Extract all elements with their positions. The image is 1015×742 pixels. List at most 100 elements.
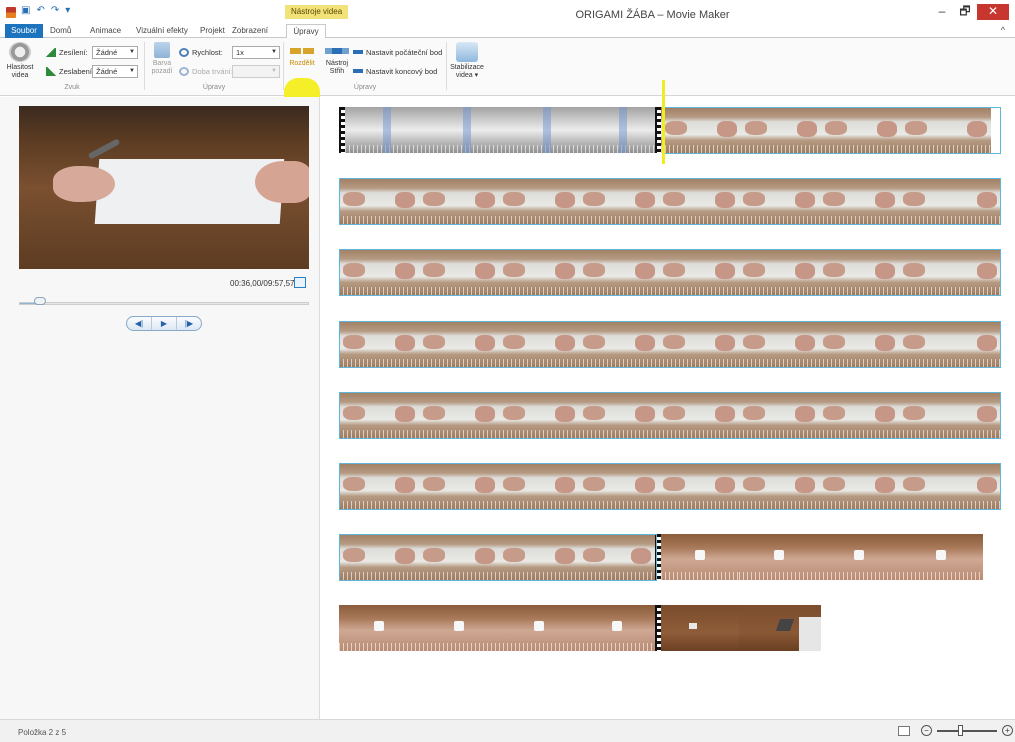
clip-thumbnail[interactable] (345, 107, 425, 153)
tab-visual-effects[interactable]: Vizuální efekty (136, 24, 188, 38)
clip-thumbnail[interactable] (819, 249, 899, 295)
clip-thumbnail[interactable] (819, 178, 899, 224)
set-start-point-button[interactable]: Nastavit počáteční bod (353, 45, 442, 59)
clip-thumbnail[interactable] (819, 534, 899, 580)
clip-thumbnail[interactable] (819, 392, 899, 438)
play-button[interactable]: ▶ (152, 317, 177, 330)
clip-thumbnail[interactable] (661, 534, 739, 580)
clip-thumbnail[interactable] (739, 605, 821, 651)
clip-thumbnail[interactable] (659, 321, 739, 367)
clip-thumbnail[interactable] (579, 321, 659, 367)
storyboard-row (339, 605, 821, 651)
clip-thumbnail[interactable] (899, 178, 1001, 224)
next-frame-button[interactable]: |▶ (177, 317, 201, 330)
seek-thumb[interactable] (34, 297, 46, 305)
clip-thumbnail[interactable] (739, 463, 819, 509)
clip-thumbnail[interactable] (659, 463, 739, 509)
tab-edit[interactable]: Úpravy (286, 24, 326, 39)
clip-thumbnail[interactable] (419, 605, 499, 651)
tab-view[interactable]: Zobrazení (232, 24, 268, 38)
clip-thumbnail[interactable] (579, 605, 655, 651)
background-color-button[interactable]: Barva pozadí (145, 42, 179, 76)
split-button[interactable]: Rozdělit (285, 48, 319, 68)
clip-thumbnail[interactable] (739, 392, 819, 438)
clip-thumbnail[interactable] (899, 463, 1001, 509)
fade-out-select[interactable]: Žádné ▼ (92, 65, 138, 78)
clip-thumbnail[interactable] (339, 249, 419, 295)
clip-thumbnail[interactable] (419, 463, 499, 509)
clip-thumbnail[interactable] (819, 321, 899, 367)
clip-thumbnail[interactable] (499, 392, 579, 438)
clip-thumbnail[interactable] (741, 107, 821, 153)
clip-thumbnail[interactable] (659, 392, 739, 438)
zoom-slider[interactable] (937, 730, 997, 732)
clip-thumbnail[interactable] (419, 321, 499, 367)
clip-thumbnail[interactable] (579, 534, 655, 580)
clip-thumbnail[interactable] (661, 605, 739, 651)
clip-thumbnail[interactable] (899, 321, 1001, 367)
status-item-text: Položka 2 z 5 (18, 728, 67, 737)
fullscreen-icon[interactable] (294, 277, 306, 288)
clip-thumbnail[interactable] (425, 107, 505, 153)
collapse-ribbon-icon[interactable]: ^ (1001, 25, 1005, 35)
clip-thumbnail[interactable] (339, 321, 419, 367)
speed-select[interactable]: 1x ▼ (232, 46, 280, 59)
clip-thumbnail[interactable] (579, 178, 659, 224)
clip-thumbnail[interactable] (499, 463, 579, 509)
trim-tool-button[interactable]: Nástroj Střih (320, 48, 354, 76)
tab-project[interactable]: Projekt (200, 24, 225, 38)
clip-thumbnail[interactable] (499, 249, 579, 295)
clip-thumbnail[interactable] (339, 178, 419, 224)
fade-in-select[interactable]: Žádné ▼ (92, 46, 138, 59)
tab-animations[interactable]: Animace (90, 24, 121, 38)
clip-thumbnail[interactable] (739, 249, 819, 295)
clip-thumbnail[interactable] (419, 178, 499, 224)
tab-home[interactable]: Domů (50, 24, 71, 38)
clip-thumbnail[interactable] (901, 107, 991, 153)
clip-thumbnail[interactable] (739, 321, 819, 367)
clip-thumbnail[interactable] (499, 534, 579, 580)
trim-label-1: Nástroj (325, 60, 349, 67)
clip-thumbnail[interactable] (579, 249, 659, 295)
video-volume-button[interactable]: Hlasitost videa (3, 42, 37, 80)
clip-thumbnail[interactable] (739, 178, 819, 224)
maximize-button[interactable]: 🗗 (952, 4, 978, 20)
clip-thumbnail[interactable] (899, 249, 1001, 295)
clip-thumbnail[interactable] (339, 605, 419, 651)
clip-thumbnail[interactable] (579, 392, 659, 438)
clip-thumbnail[interactable] (899, 392, 1001, 438)
clip-thumbnail[interactable] (499, 178, 579, 224)
clip-thumbnail[interactable] (579, 463, 659, 509)
video-stabilization-button[interactable]: Stabilizace videa ▾ (447, 42, 487, 80)
clip-thumbnail[interactable] (339, 463, 419, 509)
clip-thumbnail[interactable] (339, 534, 419, 580)
clip-thumbnail[interactable] (419, 534, 499, 580)
clip-thumbnail[interactable] (899, 534, 983, 580)
clip-thumbnail[interactable] (659, 178, 739, 224)
clip-thumbnail[interactable] (419, 392, 499, 438)
tab-file[interactable]: Soubor (5, 24, 43, 38)
clip-thumbnail[interactable] (505, 107, 585, 153)
thumbnail-size-icon[interactable] (898, 726, 910, 736)
previous-frame-button[interactable]: ◀| (127, 317, 152, 330)
close-button[interactable]: ✕ (977, 4, 1009, 20)
clip-thumbnail[interactable] (499, 605, 579, 651)
zoom-slider-thumb[interactable] (958, 725, 963, 736)
preview-video[interactable] (19, 106, 309, 269)
set-end-point-button[interactable]: Nastavit koncový bod (353, 64, 437, 78)
seek-bar[interactable] (19, 302, 309, 305)
video-volume-label-1: Hlasitost (6, 64, 34, 71)
clip-thumbnail[interactable] (659, 249, 739, 295)
speed-value: 1x (236, 48, 244, 57)
clip-thumbnail[interactable] (661, 107, 741, 153)
clip-thumbnail[interactable] (419, 249, 499, 295)
clip-thumbnail[interactable] (585, 107, 655, 153)
duration-select[interactable]: ▼ (232, 65, 280, 78)
clip-thumbnail[interactable] (339, 392, 419, 438)
clip-thumbnail[interactable] (739, 534, 819, 580)
clip-thumbnail[interactable] (499, 321, 579, 367)
clip-thumbnail[interactable] (821, 107, 901, 153)
zoom-out-button[interactable]: − (921, 725, 932, 736)
clip-thumbnail[interactable] (819, 463, 899, 509)
zoom-in-button[interactable]: + (1002, 725, 1013, 736)
